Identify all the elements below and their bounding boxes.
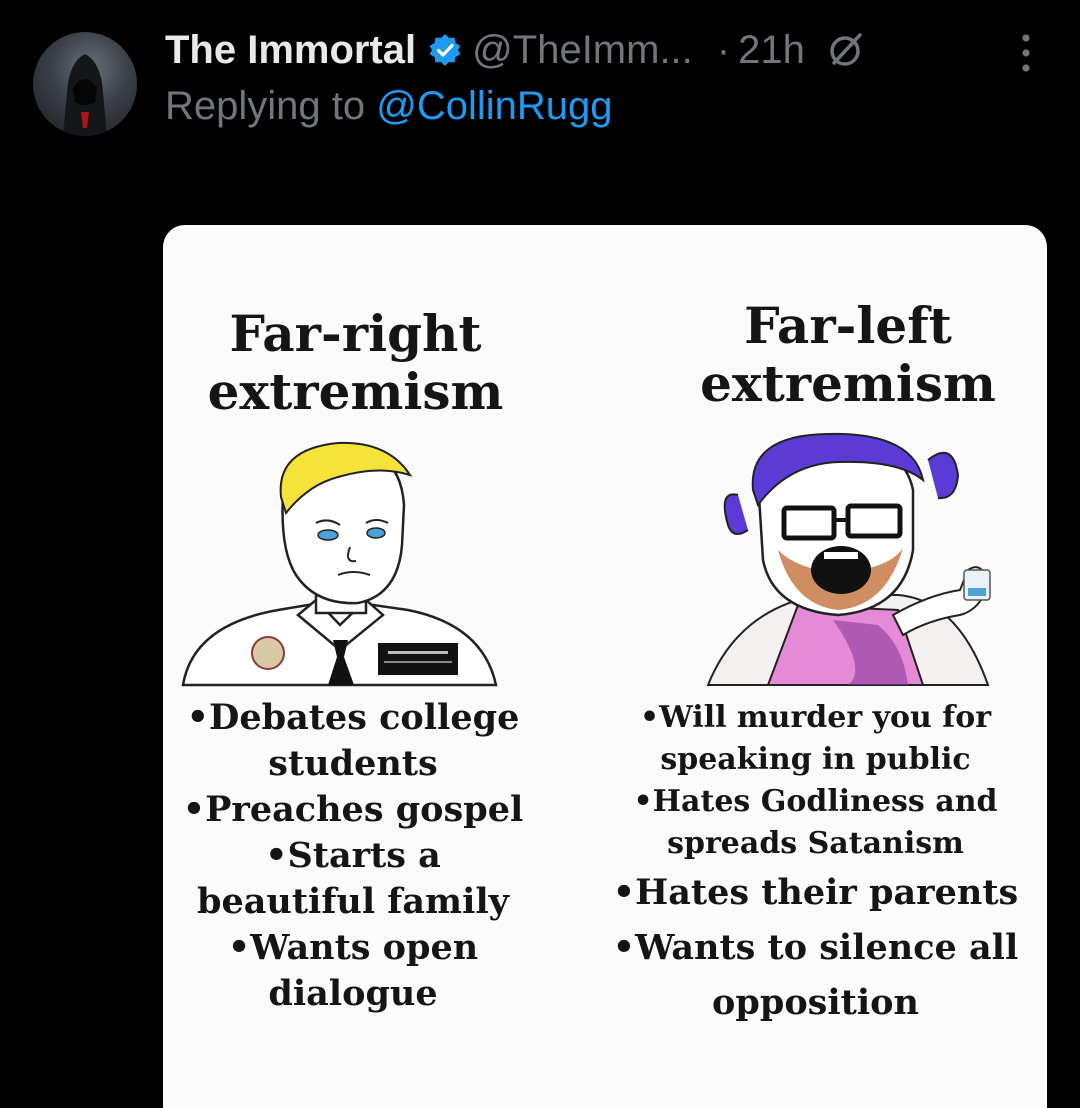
right-point-line: speaking in public: [660, 742, 971, 777]
right-point-line: •Wants to silence all: [612, 927, 1019, 968]
tweet-header: The Immortal @TheImm... · 21h: [165, 22, 865, 78]
tweet-media-image[interactable]: Far-right extremism Far-left extremism •…: [163, 225, 1047, 1108]
left-point-line: students: [268, 743, 438, 784]
right-panel-title: Far-left extremism: [663, 297, 1033, 413]
reply-prefix: Replying to: [165, 84, 377, 128]
left-point-line: •Wants open: [227, 927, 479, 968]
right-panel-points: •Will murder you for speaking in public …: [593, 697, 1038, 1030]
handle[interactable]: @TheImm...: [472, 28, 693, 73]
left-panel-title: Far-right extremism: [183, 305, 528, 421]
right-title-line: extremism: [700, 354, 996, 413]
avatar[interactable]: [33, 32, 137, 136]
right-point-line: spreads Satanism: [667, 826, 964, 861]
left-point-line: beautiful family: [196, 881, 509, 922]
right-point-line: •Will murder you for: [639, 700, 992, 735]
more-options-icon[interactable]: [1014, 30, 1038, 76]
left-title-line: Far-right: [229, 304, 482, 363]
left-point-line: dialogue: [268, 973, 438, 1014]
timestamp[interactable]: 21h: [738, 28, 805, 73]
tweet[interactable]: The Immortal @TheImm... · 21h Replying t…: [0, 0, 1080, 1108]
display-name[interactable]: The Immortal: [165, 28, 416, 73]
separator-dot: ·: [716, 27, 731, 72]
hooded-figure-avatar-image: [63, 54, 107, 136]
grok-icon[interactable]: [825, 30, 865, 70]
left-point-line: •Starts a: [265, 835, 441, 876]
right-point-line: opposition: [712, 982, 919, 1023]
left-point-line: •Debates college: [186, 697, 520, 738]
right-point-line: •Hates Godliness and: [633, 784, 998, 819]
far-left-character-illustration: [706, 432, 991, 686]
reply-mention-link[interactable]: @CollinRugg: [376, 84, 612, 128]
verified-badge-icon: [428, 33, 462, 67]
left-panel-points: •Debates college students •Preaches gosp…: [163, 695, 543, 1017]
left-point-line: •Preaches gospel: [182, 789, 524, 830]
far-right-character-illustration: [181, 441, 498, 687]
right-point-line: •Hates their parents: [612, 872, 1019, 913]
right-title-line: Far-left: [744, 296, 952, 355]
left-title-line: extremism: [207, 362, 504, 421]
replying-to: Replying to @CollinRugg: [165, 84, 613, 129]
